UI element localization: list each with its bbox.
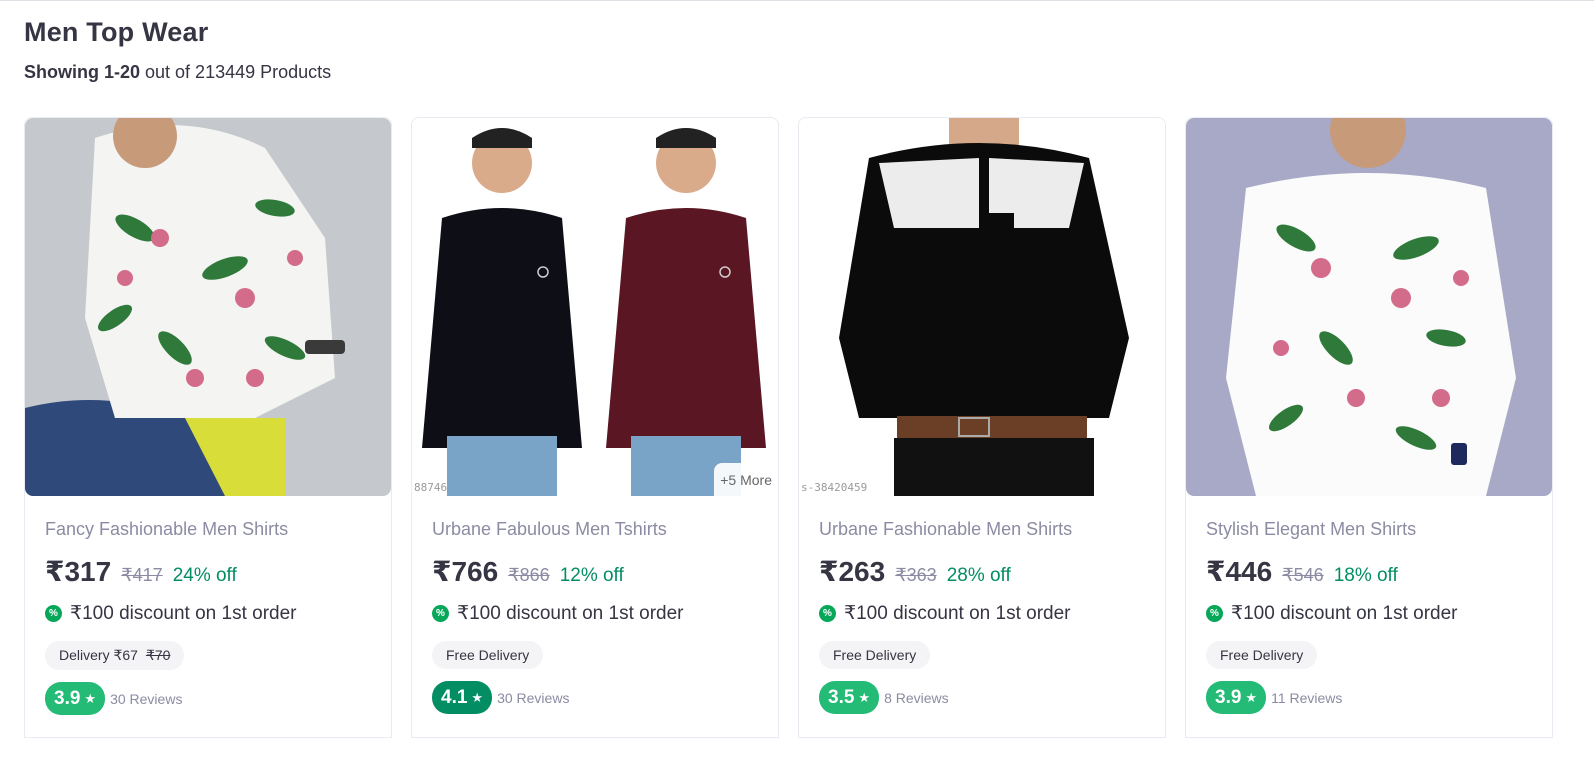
original-price: ₹546 xyxy=(1282,565,1324,585)
results-count: Showing 1-20 out of 213449 Products xyxy=(24,62,331,83)
rating-value: 3.9 xyxy=(54,687,81,709)
image-watermark: s-38420459 xyxy=(801,481,868,494)
product-price: ₹766 xyxy=(432,556,499,587)
product-name[interactable]: Urbane Fabulous Men Tshirts xyxy=(432,519,758,540)
first-order-offer: % ₹100 discount on 1st order xyxy=(819,602,1145,625)
rating-row: 3.9 ★ 11 Reviews xyxy=(1206,681,1532,714)
original-price: ₹417 xyxy=(121,565,163,585)
delivery-label: Delivery ₹67 xyxy=(59,647,138,663)
first-order-offer: % ₹100 discount on 1st order xyxy=(432,602,758,625)
offer-text: ₹100 discount on 1st order xyxy=(844,603,1071,624)
product-name[interactable]: Fancy Fashionable Men Shirts xyxy=(45,519,371,540)
product-image[interactable] xyxy=(25,118,391,496)
review-count: 30 Reviews xyxy=(110,690,183,707)
first-order-offer: % ₹100 discount on 1st order xyxy=(45,602,371,625)
price-row: ₹446 ₹546 18% off xyxy=(1206,555,1532,588)
rating-badge: 3.9 ★ xyxy=(1206,681,1267,714)
delivery-original-price: ₹70 xyxy=(145,647,171,663)
star-icon: ★ xyxy=(84,690,97,706)
rating-value: 4.1 xyxy=(441,686,468,708)
original-price: ₹866 xyxy=(508,565,550,585)
product-name[interactable]: Urbane Fashionable Men Shirts xyxy=(819,519,1145,540)
price-row: ₹317 ₹417 24% off xyxy=(45,555,371,588)
rating-row: 4.1 ★ 30 Reviews xyxy=(432,681,758,714)
discount-badge-icon: % xyxy=(819,605,836,622)
results-total: out of 213449 Products xyxy=(140,62,332,82)
product-price: ₹263 xyxy=(819,556,886,587)
delivery-chip: Free Delivery xyxy=(1206,641,1318,669)
product-card[interactable]: s-38420459 Urbane Fashionable Men Shirts… xyxy=(798,117,1166,738)
review-count: 30 Reviews xyxy=(497,689,570,706)
product-card[interactable]: 88746 +5 More Urbane Fabulous Men Tshirt… xyxy=(411,117,779,738)
product-card[interactable]: Fancy Fashionable Men Shirts ₹317 ₹417 2… xyxy=(24,117,392,738)
first-order-offer: % ₹100 discount on 1st order xyxy=(1206,602,1532,625)
offer-text: ₹100 discount on 1st order xyxy=(1231,603,1458,624)
top-divider xyxy=(0,0,1594,1)
product-price: ₹446 xyxy=(1206,556,1273,587)
product-price: ₹317 xyxy=(45,556,112,587)
rating-row: 3.5 ★ 8 Reviews xyxy=(819,681,1145,714)
discount-percent: 18% off xyxy=(1333,565,1398,586)
star-icon: ★ xyxy=(858,689,871,705)
rating-badge: 3.9 ★ xyxy=(45,682,106,715)
delivery-chip: Delivery ₹67 ₹70 xyxy=(45,641,185,670)
star-icon: ★ xyxy=(471,689,484,705)
offer-text: ₹100 discount on 1st order xyxy=(70,603,297,624)
price-row: ₹263 ₹363 28% off xyxy=(819,555,1145,588)
rating-badge: 3.5 ★ xyxy=(819,681,880,714)
discount-badge-icon: % xyxy=(1206,605,1223,622)
product-card[interactable]: Stylish Elegant Men Shirts ₹446 ₹546 18%… xyxy=(1185,117,1553,738)
delivery-label: Free Delivery xyxy=(446,647,530,663)
delivery-label: Free Delivery xyxy=(1220,647,1304,663)
price-row: ₹766 ₹866 12% off xyxy=(432,555,758,588)
review-count: 11 Reviews xyxy=(1271,689,1343,706)
delivery-label: Free Delivery xyxy=(833,647,917,663)
discount-badge-icon: % xyxy=(432,605,449,622)
review-count: 8 Reviews xyxy=(884,689,949,706)
discount-percent: 24% off xyxy=(172,565,237,586)
discount-badge-icon: % xyxy=(45,605,62,622)
original-price: ₹363 xyxy=(895,565,937,585)
page-title: Men Top Wear xyxy=(24,17,209,47)
image-watermark: 88746 xyxy=(414,481,448,494)
delivery-chip: Free Delivery xyxy=(432,641,544,669)
offer-text: ₹100 discount on 1st order xyxy=(457,603,684,624)
more-variants-tag[interactable]: +5 More xyxy=(714,463,778,496)
product-name[interactable]: Stylish Elegant Men Shirts xyxy=(1206,519,1532,540)
rating-badge: 4.1 ★ xyxy=(432,681,493,714)
discount-percent: 28% off xyxy=(946,565,1011,586)
product-image[interactable]: s-38420459 xyxy=(799,118,1165,496)
product-image[interactable] xyxy=(1186,118,1552,496)
product-image[interactable]: 88746 +5 More xyxy=(412,118,778,496)
rating-value: 3.5 xyxy=(828,686,855,708)
discount-percent: 12% off xyxy=(559,565,624,586)
rating-row: 3.9 ★ 30 Reviews xyxy=(45,682,371,715)
product-grid: Fancy Fashionable Men Shirts ₹317 ₹417 2… xyxy=(24,117,1553,738)
star-icon: ★ xyxy=(1245,689,1258,705)
results-range: Showing 1-20 xyxy=(24,62,141,82)
rating-value: 3.9 xyxy=(1215,686,1242,708)
delivery-chip: Free Delivery xyxy=(819,641,931,669)
